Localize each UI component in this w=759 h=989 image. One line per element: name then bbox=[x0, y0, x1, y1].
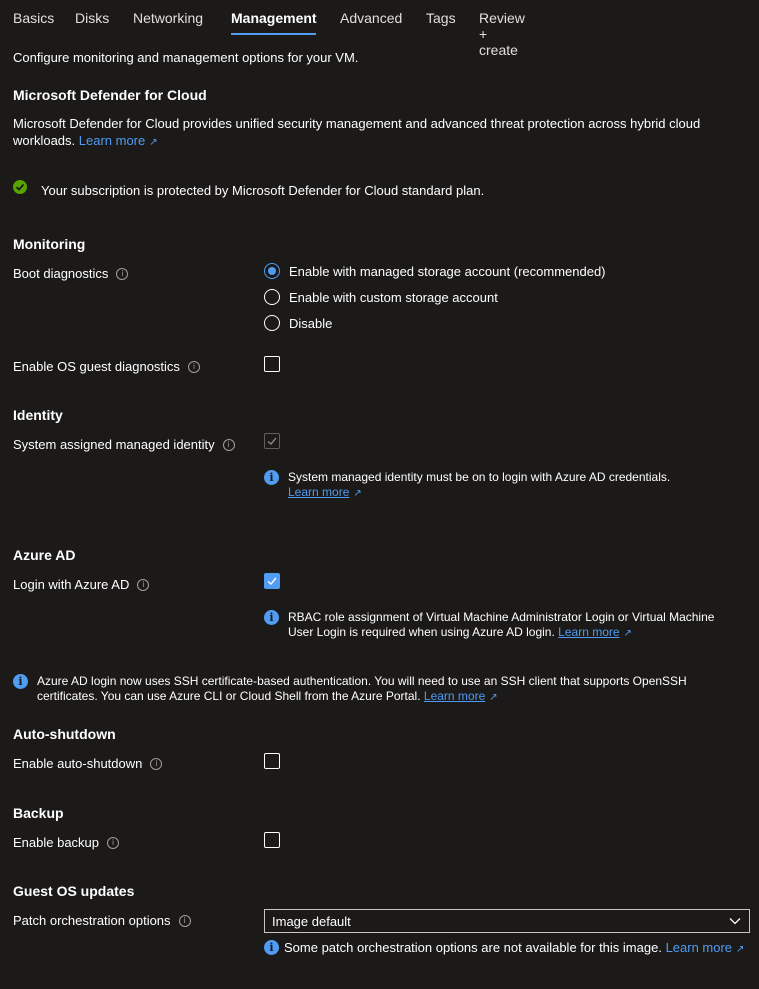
external-link-icon: ↗ bbox=[736, 944, 745, 955]
system-identity-checkbox bbox=[264, 433, 280, 449]
tab-advanced[interactable]: Advanced bbox=[340, 10, 402, 26]
login-azure-ad-label: Login with Azure AD i bbox=[13, 577, 150, 592]
patch-info-note: i Some patch orchestration options are n… bbox=[264, 939, 754, 958]
backup-label: Enable backup i bbox=[13, 835, 120, 850]
identity-info-note: i System managed identity must be on to … bbox=[264, 470, 734, 501]
radio-button[interactable] bbox=[264, 289, 280, 305]
info-icon[interactable]: i bbox=[150, 757, 163, 770]
identity-learn-more-link[interactable]: Learn more bbox=[288, 485, 349, 499]
rbac-note-line2: User Login is required when using Azure … bbox=[288, 625, 555, 639]
patch-learn-more-link[interactable]: Learn more bbox=[666, 940, 732, 955]
backup-checkbox[interactable] bbox=[264, 832, 280, 848]
info-icon[interactable]: i bbox=[137, 578, 150, 591]
boot-option-custom[interactable]: Enable with custom storage account bbox=[264, 289, 498, 305]
info-icon[interactable]: i bbox=[178, 914, 191, 927]
patch-orchestration-label: Patch orchestration options i bbox=[13, 913, 191, 928]
tab-review-create[interactable]: Review + create bbox=[479, 10, 525, 58]
azure-ad-section-title: Azure AD bbox=[13, 547, 76, 563]
external-link-icon: ↗ bbox=[353, 488, 362, 499]
radio-button[interactable] bbox=[264, 315, 280, 331]
patch-orchestration-value: Image default bbox=[272, 913, 351, 929]
patch-orchestration-dropdown[interactable]: Image default bbox=[264, 909, 750, 933]
tab-tags[interactable]: Tags bbox=[426, 10, 456, 26]
boot-diagnostics-label-text: Boot diagnostics bbox=[13, 266, 109, 281]
boot-option-disable-label: Disable bbox=[289, 315, 333, 331]
boot-option-managed[interactable]: Enable with managed storage account (rec… bbox=[264, 263, 606, 279]
defender-section-title: Microsoft Defender for Cloud bbox=[13, 87, 207, 103]
info-icon[interactable]: i bbox=[107, 836, 120, 849]
external-link-icon: ↗ bbox=[623, 628, 632, 639]
auto-shutdown-checkbox[interactable] bbox=[264, 753, 280, 769]
boot-option-disable[interactable]: Disable bbox=[264, 315, 332, 331]
backup-label-text: Enable backup bbox=[13, 835, 100, 850]
patch-orchestration-label-text: Patch orchestration options bbox=[13, 913, 171, 928]
rbac-info-note: i RBAC role assignment of Virtual Machin… bbox=[264, 610, 744, 641]
info-icon[interactable]: i bbox=[187, 360, 200, 373]
defender-learn-more-text: Learn more bbox=[78, 133, 146, 148]
rbac-learn-more-link[interactable]: Learn more bbox=[558, 625, 619, 639]
info-icon: i bbox=[264, 940, 279, 955]
checkmark-circle-icon bbox=[13, 180, 27, 194]
system-identity-label: System assigned managed identity i bbox=[13, 437, 235, 452]
chevron-down-icon bbox=[729, 918, 741, 925]
checkmark-icon bbox=[267, 437, 277, 445]
os-guest-diagnostics-checkbox[interactable] bbox=[264, 356, 280, 372]
os-guest-diagnostics-label-text: Enable OS guest diagnostics bbox=[13, 359, 180, 374]
ssh-learn-more-link[interactable]: Learn more bbox=[424, 689, 485, 703]
identity-section-title: Identity bbox=[13, 407, 63, 423]
login-azure-ad-checkbox[interactable] bbox=[264, 573, 280, 589]
defender-status-text: Your subscription is protected by Micros… bbox=[41, 183, 485, 198]
boot-option-managed-label: Enable with managed storage account (rec… bbox=[289, 263, 606, 279]
auto-shutdown-label-text: Enable auto-shutdown bbox=[13, 756, 143, 771]
external-link-icon: ↗ bbox=[149, 137, 158, 148]
tab-networking[interactable]: Networking bbox=[133, 10, 203, 26]
auto-shutdown-section-title: Auto-shutdown bbox=[13, 726, 116, 742]
ssh-learn-more-text: Learn more bbox=[423, 689, 486, 703]
info-icon: i bbox=[13, 674, 28, 689]
guest-os-section-title: Guest OS updates bbox=[13, 883, 135, 899]
boot-option-custom-label: Enable with custom storage account bbox=[289, 289, 498, 305]
defender-learn-more-link[interactable]: Learn more ↗ bbox=[79, 133, 158, 148]
system-identity-label-text: System assigned managed identity bbox=[13, 437, 215, 452]
ssh-info-note: i Azure AD login now uses SSH certificat… bbox=[13, 674, 743, 705]
os-guest-diagnostics-label: Enable OS guest diagnostics i bbox=[13, 359, 200, 374]
rbac-note-line1: RBAC role assignment of Virtual Machine … bbox=[288, 610, 715, 624]
intro-text: Configure monitoring and management opti… bbox=[13, 50, 359, 65]
info-icon: i bbox=[264, 610, 279, 625]
info-icon: i bbox=[264, 470, 279, 485]
identity-learn-more-text: Learn more bbox=[288, 485, 350, 499]
rbac-learn-more-text: Learn more bbox=[558, 625, 620, 639]
active-tab-indicator bbox=[231, 33, 316, 35]
info-icon[interactable]: i bbox=[116, 267, 129, 280]
boot-diagnostics-label: Boot diagnostics i bbox=[13, 266, 129, 281]
tab-disks[interactable]: Disks bbox=[75, 10, 109, 26]
monitoring-section-title: Monitoring bbox=[13, 236, 86, 252]
radio-button-selected[interactable] bbox=[264, 263, 280, 279]
tab-basics[interactable]: Basics bbox=[13, 10, 54, 26]
ssh-note-line2: certificates. You can use Azure CLI or C… bbox=[37, 689, 421, 703]
identity-note-text: System managed identity must be on to lo… bbox=[288, 470, 671, 484]
backup-section-title: Backup bbox=[13, 805, 64, 821]
patch-learn-more-text: Learn more bbox=[665, 940, 733, 955]
patch-note-text: Some patch orchestration options are not… bbox=[284, 940, 662, 955]
ssh-note-line1: Azure AD login now uses SSH certificate-… bbox=[37, 674, 687, 688]
info-icon[interactable]: i bbox=[222, 438, 235, 451]
tab-management[interactable]: Management bbox=[231, 10, 317, 26]
defender-description: Microsoft Defender for Cloud provides un… bbox=[13, 115, 733, 151]
auto-shutdown-label: Enable auto-shutdown i bbox=[13, 756, 163, 771]
checkmark-icon bbox=[267, 577, 277, 585]
login-azure-ad-label-text: Login with Azure AD bbox=[13, 577, 130, 592]
external-link-icon: ↗ bbox=[489, 692, 498, 703]
